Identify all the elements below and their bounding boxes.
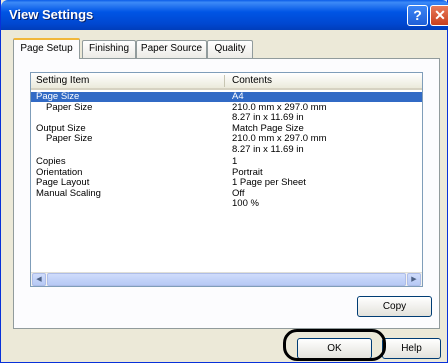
- list-row[interactable]: Page Layout 1 Page per Sheet: [31, 178, 422, 188]
- row-contents: 8.27 in x 11.69 in: [232, 112, 304, 123]
- list-row[interactable]: Paper Size 210.0 mm x 297.0 mm: [31, 134, 422, 144]
- header-contents[interactable]: Contents: [232, 75, 272, 86]
- row-contents: A4: [232, 91, 244, 102]
- help-button[interactable]: Help: [382, 338, 441, 359]
- settings-list[interactable]: Setting Item Contents Page Size A4 Paper…: [30, 72, 423, 287]
- row-item: Page Size: [36, 91, 80, 102]
- row-item: Manual Scaling: [36, 188, 101, 199]
- list-row-selected[interactable]: Page Size A4: [31, 92, 422, 102]
- row-item: Paper Size: [46, 102, 93, 113]
- view-settings-dialog: View Settings ? ✕ Page Setup Finishing P…: [0, 0, 448, 363]
- row-contents: 1: [232, 156, 238, 167]
- row-contents: 8.27 in x 11.69 in: [232, 144, 304, 155]
- list-row[interactable]: Manual Scaling Off: [31, 189, 422, 199]
- tab-finishing[interactable]: Finishing: [82, 40, 136, 58]
- header-setting-item[interactable]: Setting Item: [36, 75, 89, 86]
- scroll-right-icon[interactable]: ▶: [407, 273, 421, 286]
- close-icon: ✕: [434, 7, 446, 23]
- row-contents: 100 %: [232, 198, 259, 209]
- row-item: Page Layout: [36, 177, 90, 188]
- list-row[interactable]: 100 %: [31, 199, 422, 209]
- list-row[interactable]: Copies 1: [31, 157, 422, 167]
- window-title: View Settings: [9, 7, 94, 22]
- question-icon: ?: [413, 7, 422, 23]
- scroll-left-icon[interactable]: ◀: [32, 273, 46, 286]
- tab-page-setup[interactable]: Page Setup: [13, 38, 80, 59]
- tab-paper-source[interactable]: Paper Source: [136, 40, 207, 58]
- row-contents: 1 Page per Sheet: [232, 177, 306, 188]
- horizontal-scrollbar[interactable]: ◀ ▶: [31, 272, 422, 286]
- list-row[interactable]: Orientation Portrait: [31, 168, 422, 178]
- ok-highlight-circle: [283, 329, 386, 361]
- list-header: Setting Item Contents: [31, 73, 422, 90]
- row-item: Paper Size: [46, 133, 93, 144]
- title-bar[interactable]: View Settings ? ✕: [1, 0, 448, 30]
- list-row[interactable]: 8.27 in x 11.69 in: [31, 145, 422, 155]
- header-divider[interactable]: [224, 75, 225, 87]
- help-title-button[interactable]: ?: [407, 5, 428, 26]
- tab-quality[interactable]: Quality: [207, 40, 253, 58]
- row-item: Copies: [36, 156, 66, 167]
- scroll-thumb[interactable]: [47, 273, 406, 286]
- tab-panel: Setting Item Contents Page Size A4 Paper…: [13, 58, 440, 329]
- row-contents: 210.0 mm x 297.0 mm: [232, 133, 327, 144]
- copy-button[interactable]: Copy: [357, 296, 432, 317]
- close-button[interactable]: ✕: [430, 5, 448, 26]
- list-row[interactable]: 8.27 in x 11.69 in: [31, 113, 422, 123]
- list-row[interactable]: Paper Size 210.0 mm x 297.0 mm: [31, 103, 422, 113]
